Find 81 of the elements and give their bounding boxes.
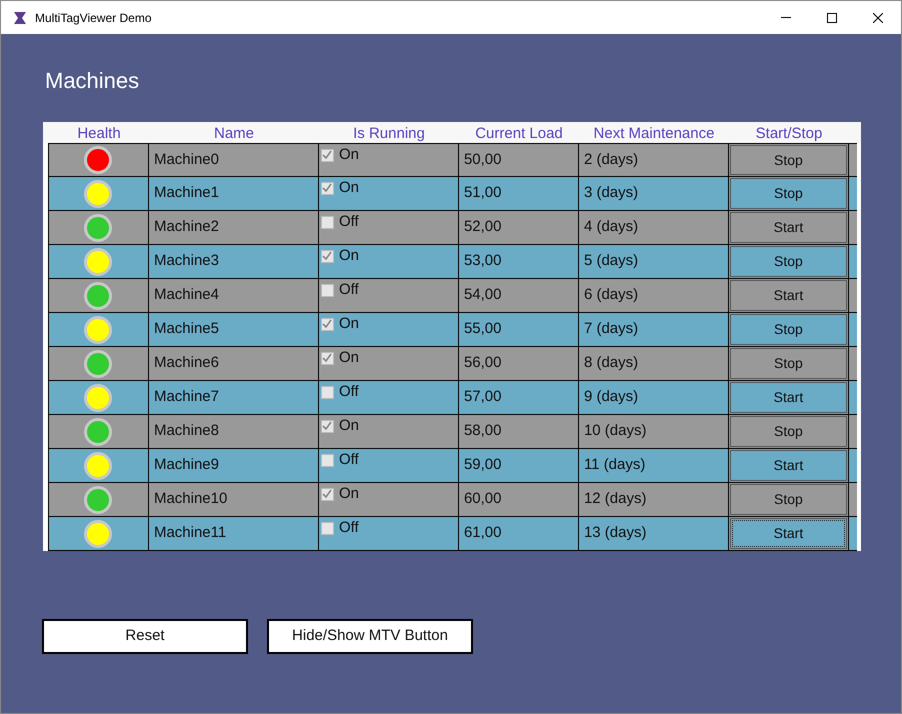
table-cell-text: Machine5 (154, 319, 219, 340)
table-cell-text: 59,00 (464, 455, 502, 476)
table-cell-text: 12 (days) (584, 489, 646, 510)
start-stop-button[interactable]: Stop (730, 246, 847, 277)
start-stop-button[interactable]: Start (730, 212, 847, 243)
table-cell-text: 61,00 (464, 523, 502, 544)
check-icon (322, 251, 332, 261)
table-cell-text: 60,00 (464, 489, 502, 510)
table-cell-text: Machine7 (154, 387, 219, 408)
action-button[interactable]: Hide/Show MTV Button (267, 619, 473, 654)
table-cell-text: 3 (days) (584, 183, 638, 204)
start-stop-button[interactable]: Start (730, 382, 847, 413)
start-stop-button[interactable]: Start (730, 518, 847, 549)
column-header: Name (214, 125, 254, 143)
table-cell-text: Machine9 (154, 455, 219, 476)
table-cell-text: 11 (days) (584, 455, 646, 476)
table-cell-text: 4 (days) (584, 217, 638, 238)
check-icon (322, 319, 332, 329)
close-icon (873, 12, 883, 22)
start-stop-button[interactable]: Start (730, 450, 847, 481)
table-cell-text: Machine2 (154, 217, 219, 238)
column-header: Next Maintenance (594, 125, 714, 143)
minimize-icon (781, 17, 791, 18)
table-cell-text: 2 (days) (584, 150, 638, 170)
column-header: Start/Stop (756, 125, 822, 143)
table-cell-text: Machine6 (154, 353, 219, 374)
running-checkbox[interactable]: On (320, 486, 359, 502)
running-checkbox[interactable]: On (320, 248, 359, 264)
table-cell-text: Machine10 (154, 489, 228, 510)
running-checkbox[interactable]: Off (320, 520, 359, 536)
maximize-icon (827, 12, 837, 22)
window-title: MultiTagViewer Demo (35, 10, 152, 26)
start-stop-button[interactable]: Stop (730, 484, 847, 515)
running-checkbox[interactable]: On (320, 180, 359, 196)
start-stop-button[interactable]: Stop (730, 314, 847, 345)
app-logo-icon (13, 10, 27, 24)
table-cell-text: Machine4 (154, 285, 219, 306)
table-cell-text: 57,00 (464, 387, 502, 408)
start-stop-button[interactable]: Stop (730, 416, 847, 447)
table-cell-text: 54,00 (464, 285, 502, 306)
table-cell-text: 51,00 (464, 183, 502, 204)
running-checkbox[interactable]: Off (320, 282, 359, 298)
start-stop-button[interactable]: Stop (730, 178, 847, 209)
running-checkbox[interactable]: On (320, 147, 359, 163)
table-cell-text: 52,00 (464, 217, 502, 238)
table-cell-text: 8 (days) (584, 353, 638, 374)
check-icon (322, 353, 332, 363)
table-cell-text: 53,00 (464, 251, 502, 272)
column-header: Current Load (475, 125, 563, 143)
column-header: Is Running (353, 125, 425, 143)
running-checkbox[interactable]: On (320, 350, 359, 366)
table-cell-text: 13 (days) (584, 523, 646, 544)
start-stop-button[interactable]: Stop (730, 145, 847, 175)
running-checkbox[interactable]: Off (320, 214, 359, 230)
table-cell-text: 5 (days) (584, 251, 638, 272)
table-cell-text: 56,00 (464, 353, 502, 374)
table-cell-text: 10 (days) (584, 421, 646, 442)
running-checkbox[interactable]: Off (320, 384, 359, 400)
table-cell-text: Machine3 (154, 251, 219, 272)
table-cell-text: Machine11 (154, 523, 226, 544)
table-cell-text: 6 (days) (584, 285, 638, 306)
check-icon (322, 150, 332, 160)
column-header: Health (77, 125, 121, 143)
running-checkbox[interactable]: On (320, 316, 359, 332)
table-cell-text: Machine1 (154, 183, 219, 204)
table-cell-text: 50,00 (464, 150, 502, 170)
check-icon (322, 421, 332, 431)
start-stop-button[interactable]: Stop (730, 348, 847, 379)
page-heading: Machines (45, 68, 140, 93)
table-cell-text: 7 (days) (584, 319, 638, 340)
table-cell-text: 58,00 (464, 421, 502, 442)
running-checkbox[interactable]: Off (320, 452, 359, 468)
table-cell-text: 55,00 (464, 319, 502, 340)
table-cell-text: Machine8 (154, 421, 219, 442)
check-icon (322, 489, 332, 499)
check-icon (322, 183, 332, 193)
table-cell-text: Machine0 (154, 150, 219, 170)
table-cell-text: 9 (days) (584, 387, 638, 408)
start-stop-button[interactable]: Start (730, 280, 847, 311)
action-button[interactable]: Reset (42, 619, 248, 654)
running-checkbox[interactable]: On (320, 418, 359, 434)
